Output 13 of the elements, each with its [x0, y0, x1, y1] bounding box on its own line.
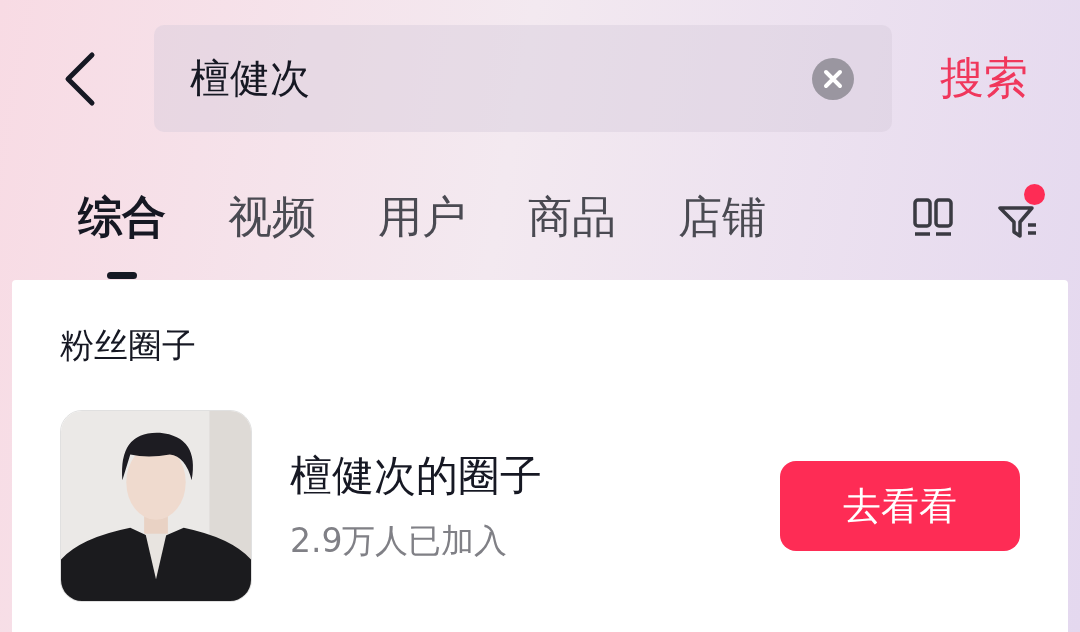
- tab[interactable]: 商品: [528, 184, 616, 250]
- tab[interactable]: 综合: [78, 184, 166, 250]
- tab-indicator: [107, 272, 137, 279]
- search-field[interactable]: 檀健次: [154, 25, 892, 132]
- visit-button[interactable]: 去看看: [780, 461, 1020, 551]
- tab[interactable]: 用户: [378, 184, 466, 250]
- tab[interactable]: 视频: [228, 184, 316, 250]
- circle-name: 檀健次的圈子: [290, 450, 543, 502]
- member-count: 2.9万人已加入: [290, 520, 509, 562]
- tab[interactable]: 店铺: [678, 184, 766, 250]
- clear-icon[interactable]: [812, 57, 854, 100]
- section-title: 粉丝圈子: [60, 324, 197, 367]
- layout-icon[interactable]: [912, 196, 954, 238]
